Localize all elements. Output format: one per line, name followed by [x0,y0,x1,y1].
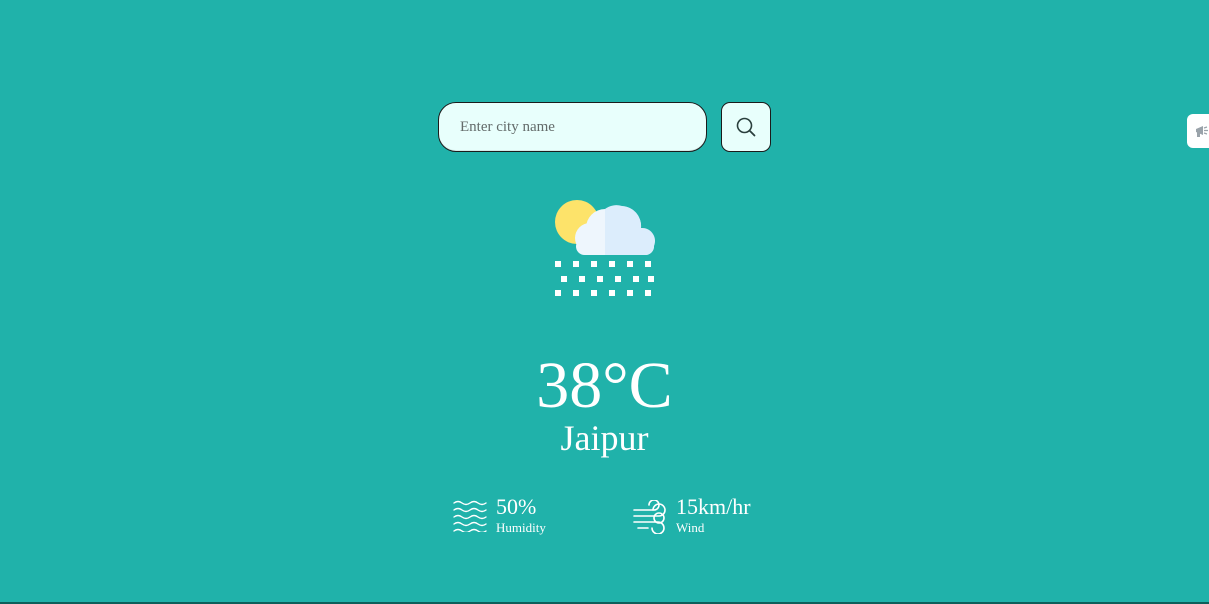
city-name: Jaipur [560,418,649,458]
wind-detail: 15km/hr Wind [632,494,792,540]
side-feedback-tab[interactable] [1187,114,1209,148]
temperature: 38°C [536,349,673,422]
humidity-label: Humidity [496,520,546,535]
search-bar [438,102,771,152]
megaphone-icon [1196,126,1208,137]
wind-label: Wind [676,520,705,535]
search-icon [736,117,756,137]
wind-icon [633,500,666,534]
cloud-sun-rain-icon [555,200,656,296]
weather-condition [552,198,657,298]
city-search-input[interactable] [438,102,707,152]
wind-value: 15km/hr [676,494,751,519]
search-button[interactable] [721,102,771,152]
humidity-value: 50% [496,494,537,519]
humidity-detail: 50% Humidity [452,494,582,540]
humidity-waves-icon [453,500,487,532]
